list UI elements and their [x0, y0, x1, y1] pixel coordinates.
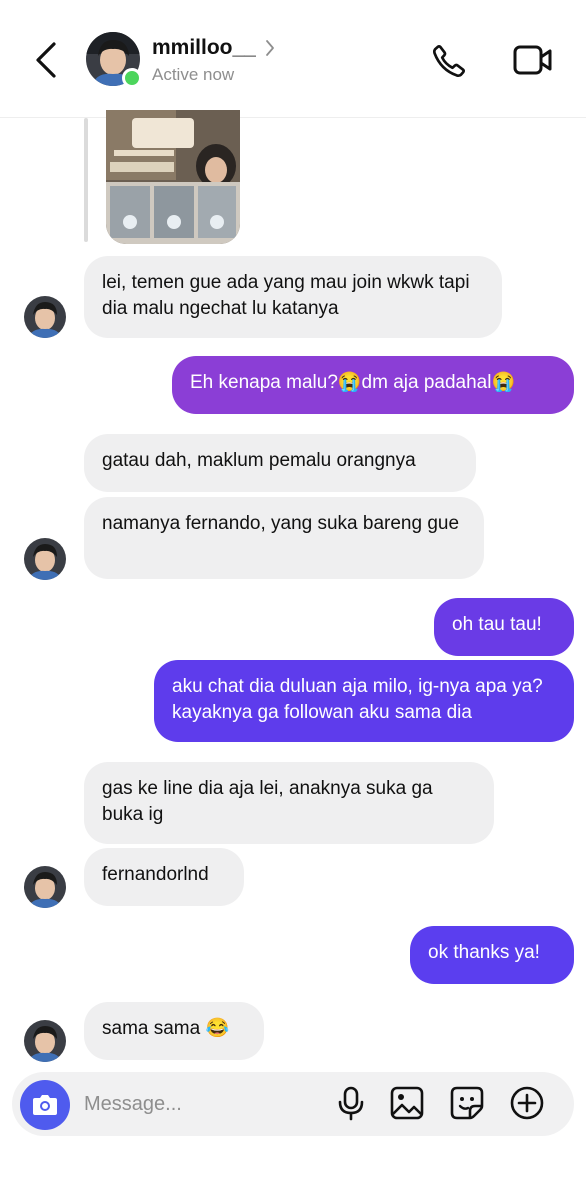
camera-icon — [33, 1095, 57, 1115]
plus-circle-icon[interactable] — [508, 1084, 546, 1122]
phone-icon[interactable] — [430, 42, 468, 80]
image-icon[interactable] — [388, 1084, 426, 1122]
message-bubble-incoming[interactable]: gas ke line dia aja lei, anaknya suka ga… — [84, 762, 494, 844]
avatar[interactable] — [24, 538, 66, 580]
online-status-dot — [122, 68, 142, 88]
message-bubble-incoming[interactable]: lei, temen gue ada yang mau join wkwk ta… — [84, 256, 502, 338]
camera-button[interactable] — [20, 1080, 70, 1130]
message-bubble-incoming[interactable]: namanya fernando, yang suka bareng gue — [84, 497, 484, 579]
message-bubble-outgoing[interactable]: ok thanks ya! — [410, 926, 574, 984]
chat-header: mmilloo__ Active now — [0, 0, 586, 118]
chevron-right-icon[interactable] — [264, 38, 276, 58]
avatar[interactable] — [24, 1020, 66, 1062]
chat-username[interactable]: mmilloo__ — [152, 36, 256, 60]
shared-photo[interactable] — [106, 110, 240, 244]
chevron-left-icon[interactable] — [30, 40, 62, 80]
sticker-icon[interactable] — [448, 1084, 486, 1122]
message-bubble-outgoing[interactable]: aku chat dia duluan aja milo, ig-nya apa… — [154, 660, 574, 742]
reply-indicator — [84, 118, 88, 242]
avatar[interactable] — [24, 296, 66, 338]
message-bubble-incoming[interactable]: sama sama 😂 — [84, 1002, 264, 1060]
message-bubble-incoming[interactable]: gatau dah, maklum pemalu orangnya — [84, 434, 476, 492]
video-camera-icon[interactable] — [512, 42, 554, 78]
microphone-icon[interactable] — [332, 1084, 370, 1122]
message-bubble-outgoing[interactable]: oh tau tau! — [434, 598, 574, 656]
avatar[interactable] — [24, 866, 66, 908]
message-bubble-incoming[interactable]: fernandorlnd — [84, 848, 244, 906]
message-input[interactable] — [84, 1086, 314, 1122]
message-bubble-outgoing[interactable]: Eh kenapa malu?😭dm aja padahal😭 — [172, 356, 574, 414]
active-status: Active now — [152, 65, 235, 84]
